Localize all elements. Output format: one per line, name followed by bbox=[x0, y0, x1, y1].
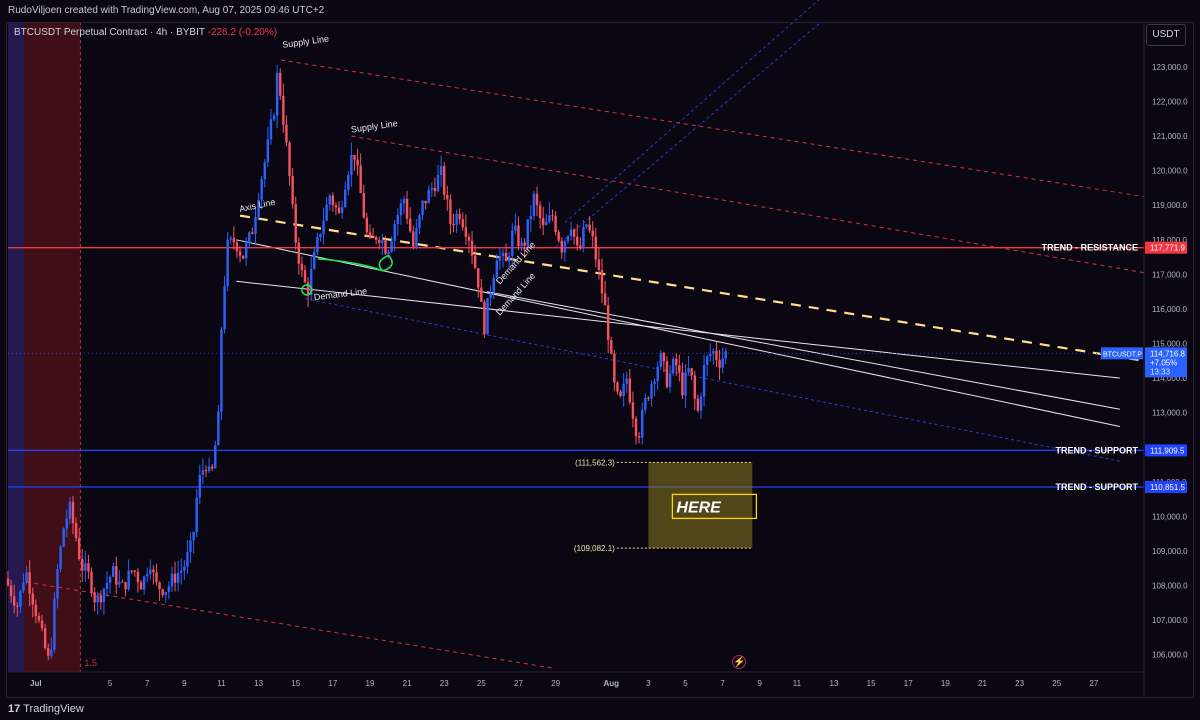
tradingview-logo-icon: 17 bbox=[8, 703, 21, 715]
tradingview-logo-text: TradingView bbox=[23, 703, 84, 715]
lightning-icon[interactable]: ⚡ bbox=[732, 655, 746, 669]
chart-frame bbox=[6, 22, 1194, 698]
footer-bar: 17 TradingView bbox=[0, 698, 1200, 720]
chart-legend: BTCUSDT Perpetual Contract · 4h · BYBIT … bbox=[14, 27, 277, 38]
legend-symbol: BTCUSDT Perpetual Contract · 4h · BYBIT bbox=[14, 27, 205, 38]
legend-change: -226.2 (-0.20%) bbox=[207, 27, 278, 38]
currency-unit-button[interactable]: USDT bbox=[1146, 24, 1186, 46]
tradingview-logo[interactable]: 17 TradingView bbox=[8, 698, 84, 720]
